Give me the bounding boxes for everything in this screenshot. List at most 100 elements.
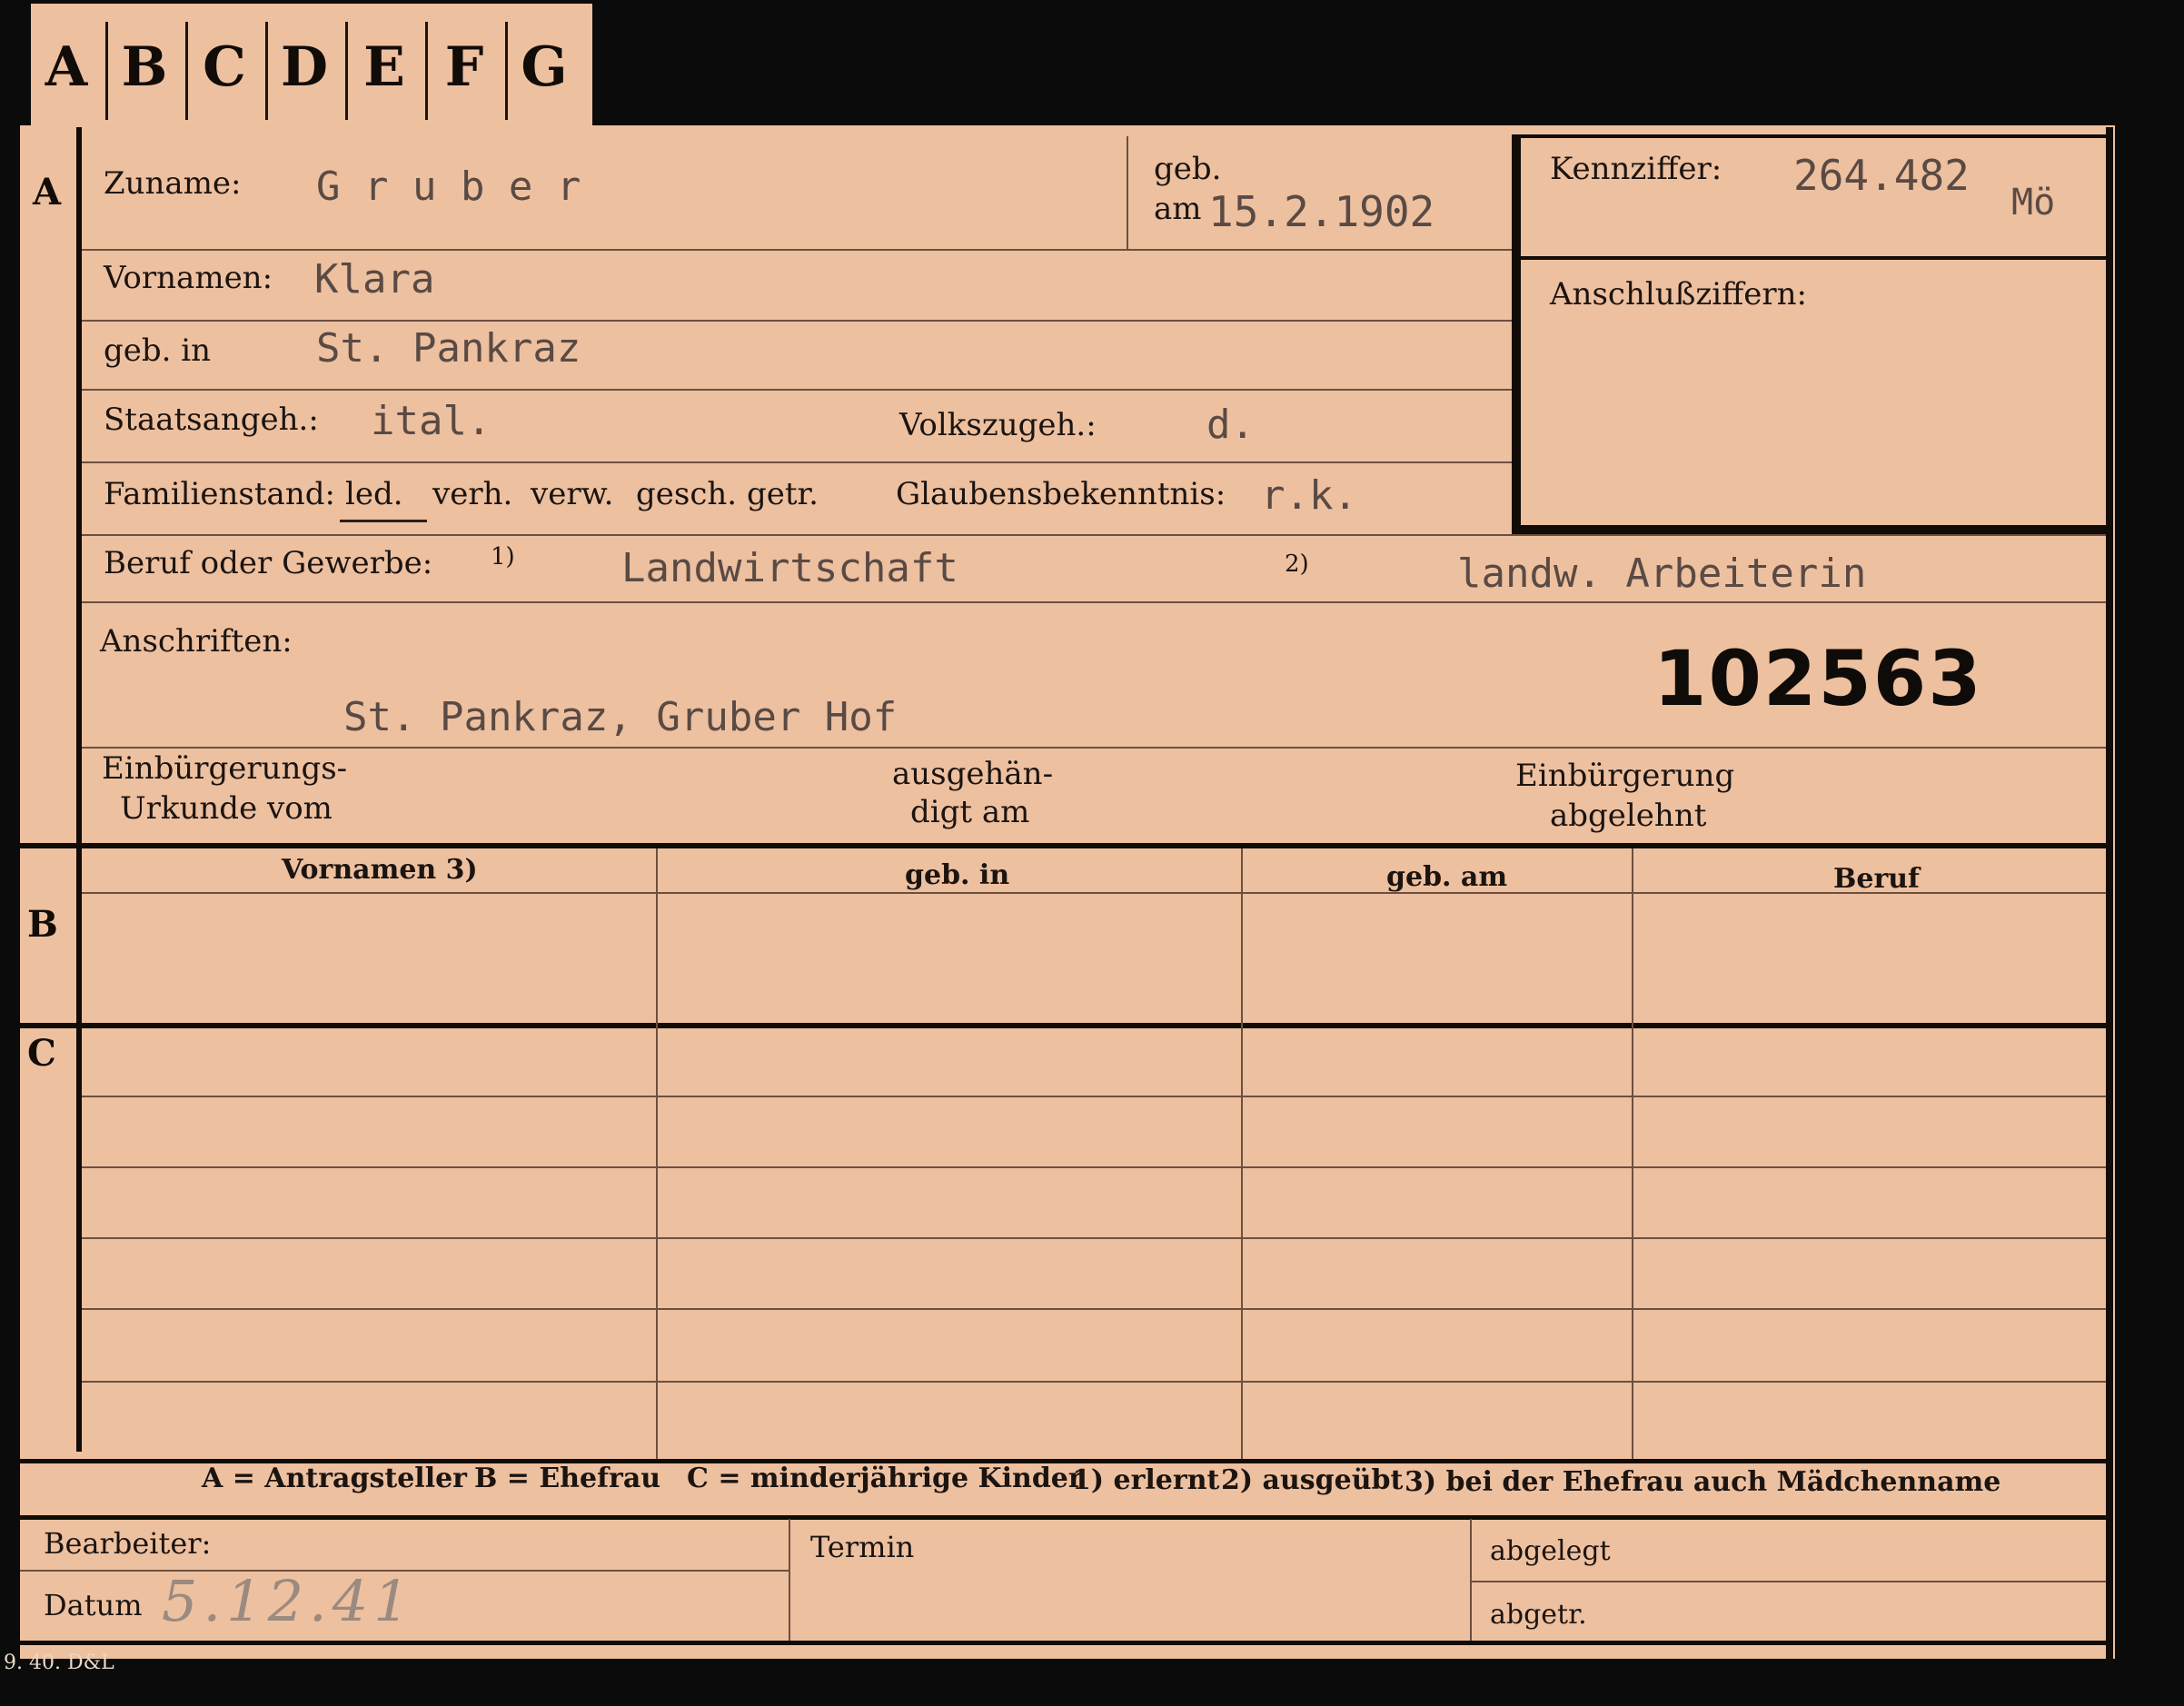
marital-option-divorced[interactable]: gesch. [636, 476, 737, 512]
id-box-top-rule [1512, 134, 2106, 138]
row-rule [82, 389, 1512, 391]
born-label-top: geb. [1154, 151, 1222, 187]
filed-label: abgelegt [1490, 1535, 1611, 1567]
rejected-label-line1: Einbürgerung [1515, 758, 1735, 794]
first-names-value[interactable]: Klara [314, 256, 434, 303]
right-edge-rule [2106, 127, 2113, 1662]
occupation-note-learned: 1) [491, 543, 515, 570]
row-rule [82, 534, 2106, 536]
religion-label: Glaubensbekenntnis: [896, 476, 1226, 512]
footer-column-rule [1470, 1519, 1472, 1641]
footer-column-rule [789, 1519, 790, 1641]
born-label-bottom: am [1154, 191, 1202, 227]
table-row-rule [82, 1381, 2106, 1383]
occupation-practiced-value[interactable]: landw. Arbeiterin [1457, 550, 1866, 597]
issued-label-line2: digt am [910, 794, 1030, 830]
section-c-marker: C [27, 1032, 56, 1075]
tab-divider [425, 22, 428, 120]
row-rule [82, 747, 2106, 749]
id-box-left-rule [1512, 134, 1521, 536]
occupation-note-practiced: 2) [1285, 550, 1309, 578]
table-column-rule [1632, 848, 1633, 1459]
naturalization-doc-label-line2: Urkunde vom [120, 790, 333, 827]
print-code: 9. 40. D&L [4, 1651, 114, 1674]
code-value[interactable]: 264.482 [1793, 151, 1970, 200]
surname-value[interactable]: G r u b e r [316, 164, 581, 210]
birthplace-label: geb. in [104, 332, 212, 369]
marital-option-separated[interactable]: getr. [747, 476, 819, 512]
selected-underline [340, 520, 427, 522]
column-rule [1127, 136, 1128, 249]
tab-divider [105, 22, 108, 120]
footer-row-rule [1470, 1581, 2106, 1582]
code-label: Kennziffer: [1550, 151, 1722, 187]
column-header-occupation: Beruf [1833, 863, 1920, 895]
footer-bottom-rule [20, 1641, 2106, 1645]
marital-status-label: Familienstand: [104, 476, 335, 512]
first-names-label: Vornamen: [104, 260, 273, 296]
table-header-rule [82, 892, 2106, 894]
tab-a[interactable]: A [31, 20, 102, 114]
tab-divider [345, 22, 348, 120]
tab-divider [265, 22, 268, 120]
marital-option-single[interactable]: led. [345, 476, 403, 512]
row-rule [82, 461, 1512, 463]
section-a-marker: A [33, 171, 62, 213]
section-a-b-divider [20, 843, 2106, 848]
table-row-rule [82, 1096, 2106, 1097]
left-margin-rule [76, 127, 82, 1452]
rejected-label-line2: abgelehnt [1550, 798, 1707, 834]
issued-label-line1: ausgehän- [892, 756, 1054, 792]
legend-note-maiden-name: 3) bei der Ehefrau auch Mädchenname [1405, 1466, 2001, 1498]
follow-codes-label: Anschlußziffern: [1550, 276, 1807, 312]
legend-bottom-rule [20, 1515, 2106, 1520]
occupation-label: Beruf oder Gewerbe: [104, 545, 433, 581]
stamped-number: 102563 [1653, 634, 1983, 723]
religion-value[interactable]: r.k. [1261, 472, 1357, 519]
tab-d[interactable]: D [269, 20, 340, 114]
tab-c[interactable]: C [189, 20, 260, 114]
row-rule [82, 320, 1512, 322]
id-box-split-rule [1521, 256, 2106, 260]
tab-strip: A B C D E F G [31, 4, 592, 125]
address-label: Anschriften: [100, 623, 293, 660]
removed-label: abgetr. [1490, 1599, 1587, 1631]
legend-children: C = minderjährige Kinder [687, 1463, 1083, 1494]
legend-note-learned: 1) erlernt [1072, 1464, 1220, 1496]
tab-f[interactable]: F [429, 20, 500, 114]
tab-divider [185, 22, 188, 120]
born-date-value[interactable]: 15.2.1902 [1208, 187, 1434, 236]
surname-label: Zuname: [104, 165, 242, 202]
legend-wife: B = Ehefrau [474, 1463, 661, 1494]
code-suffix: Mö [2011, 182, 2056, 223]
column-header-first-names: Vornamen 3) [282, 854, 478, 886]
table-row-rule [82, 1237, 2106, 1239]
marital-option-married[interactable]: verh. [432, 476, 512, 512]
occupation-learned-value[interactable]: Landwirtschaft [621, 545, 958, 591]
column-header-birthplace: geb. in [905, 859, 1010, 891]
ethnicity-value[interactable]: d. [1206, 402, 1255, 448]
deadline-label: Termin [810, 1530, 915, 1564]
ethnicity-label: Volkszugeh.: [899, 407, 1097, 443]
tab-divider [505, 22, 508, 120]
tab-g[interactable]: G [509, 20, 580, 114]
birthplace-value[interactable]: St. Pankraz [316, 325, 581, 372]
tab-b[interactable]: B [109, 20, 180, 114]
table-column-rule [1241, 848, 1243, 1459]
section-b-c-divider [20, 1023, 2106, 1028]
table-row-rule [82, 1166, 2106, 1168]
id-box-bottom-rule [1512, 525, 2106, 534]
legend-note-practiced: 2) ausgeübt [1221, 1464, 1404, 1496]
legend-applicant: A = Antragsteller [202, 1463, 467, 1494]
tab-e[interactable]: E [349, 20, 420, 114]
citizenship-value[interactable]: ital. [371, 398, 491, 444]
naturalization-doc-label-line1: Einbürgerungs- [102, 750, 348, 787]
section-b-marker: B [27, 903, 58, 946]
marital-option-widowed[interactable]: verw. [531, 476, 613, 512]
date-value[interactable]: 5.12.41 [162, 1568, 415, 1634]
clerk-label: Bearbeiter: [44, 1526, 212, 1561]
address-value[interactable]: St. Pankraz, Gruber Hof [343, 694, 897, 740]
table-row-rule [82, 1308, 2106, 1310]
table-column-rule [656, 848, 658, 1459]
row-rule [82, 601, 2106, 603]
